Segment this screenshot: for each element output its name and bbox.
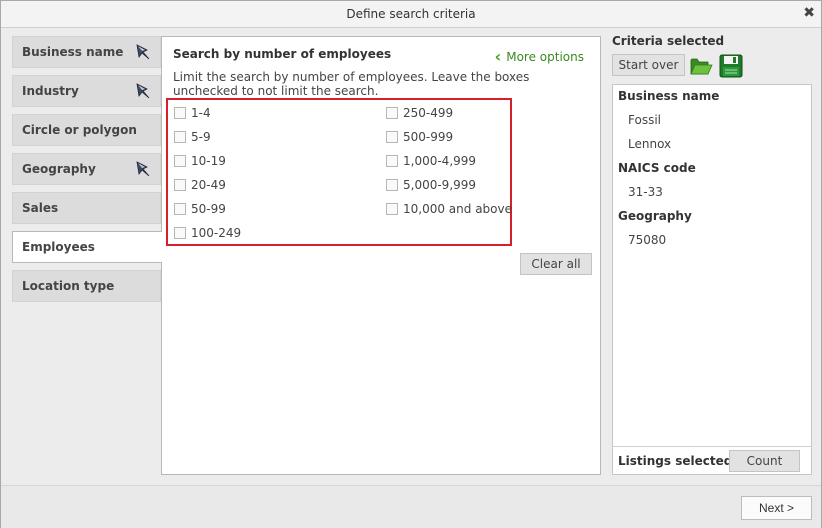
checkbox-box[interactable] [174,179,186,191]
nav-item-circle-or-polygon[interactable]: Circle or polygon [12,114,161,146]
checkbox-label: 1,000-4,999 [403,154,477,168]
criteria-value: 31-33 [628,185,663,199]
checkbox-label: 5-9 [191,130,211,144]
pushpin-icon [136,83,150,99]
nav-item-industry[interactable]: Industry [12,75,161,107]
criteria-heading-geography: Geography [618,209,692,223]
folder-open-icon[interactable] [689,55,713,77]
nav-item-business-name[interactable]: Business name [12,36,161,68]
checkbox-label: 10,000 and above [403,202,512,216]
criteria-value: 75080 [628,233,667,247]
criteria-value: Lennox [628,137,672,151]
checkbox-box[interactable] [386,179,398,191]
criteria-heading-naics-code: NAICS code [618,161,696,175]
employee-range-highlight: 1-4 5-9 10-19 20-49 50-99 100-249 250-49… [166,98,512,246]
panel-description: Limit the search by number of employees.… [173,70,530,98]
checkbox-label: 20-49 [191,178,226,192]
nav-item-geography[interactable]: Geography [12,153,161,185]
checkbox-label: 1-4 [191,106,211,120]
checkbox-label: 10-19 [191,154,226,168]
checkbox-box[interactable] [174,107,186,119]
criteria-value: Fossil [628,113,661,127]
start-over-button[interactable]: Start over [612,54,685,76]
nav-item-sales[interactable]: Sales [12,192,161,224]
criteria-list: Business name Fossil Lennox NAICS code 3… [612,84,812,475]
checkbox-box[interactable] [174,203,186,215]
checkbox-label: 100-249 [191,226,242,240]
checkbox-box[interactable] [386,131,398,143]
checkbox-box[interactable] [386,155,398,167]
pushpin-icon [136,44,150,60]
checkbox-label: 50-99 [191,202,226,216]
checkbox-label: 250-499 [403,106,454,120]
nav-item-label: Sales [22,201,59,215]
checkbox-box[interactable] [174,227,186,239]
nav-item-label: Geography [22,162,96,176]
nav-item-label: Circle or polygon [22,123,137,137]
next-button[interactable]: Next > [741,496,812,520]
nav-item-label: Industry [22,84,79,98]
checkbox-box[interactable] [386,203,398,215]
dialog-footer: Next > [1,485,821,528]
checkbox-label: 5,000-9,999 [403,178,477,192]
clear-all-button[interactable]: Clear all [520,253,592,275]
listings-bar: Listings selected: Count [613,446,811,474]
checkbox-box[interactable] [386,107,398,119]
nav-item-label: Employees [22,240,95,254]
define-search-criteria-dialog: Define search criteria ✖ Business name I… [0,0,822,528]
checkbox-box[interactable] [174,131,186,143]
employees-panel: Search by number of employees ‹ More opti… [161,36,601,475]
pushpin-icon [136,161,150,177]
more-options-link[interactable]: ‹ More options [495,47,584,66]
count-button[interactable]: Count [729,450,800,472]
listings-selected-label: Listings selected: [618,454,738,468]
title-bar: Define search criteria ✖ [1,1,821,28]
close-icon[interactable]: ✖ [803,5,815,21]
checkbox-label: 500-999 [403,130,454,144]
more-options-label: More options [506,50,584,64]
nav-item-location-type[interactable]: Location type [12,270,161,302]
nav-item-label: Business name [22,45,124,59]
nav-item-employees[interactable]: Employees [12,231,162,263]
chevron-left-icon: ‹ [494,47,502,66]
checkbox-box[interactable] [174,155,186,167]
dialog-title: Define search criteria [346,7,476,21]
panel-title: Search by number of employees [173,47,392,61]
nav-item-label: Location type [22,279,115,293]
criteria-selected-title: Criteria selected [612,34,725,48]
floppy-save-icon[interactable] [719,54,743,78]
criteria-heading-business-name: Business name [618,89,720,103]
